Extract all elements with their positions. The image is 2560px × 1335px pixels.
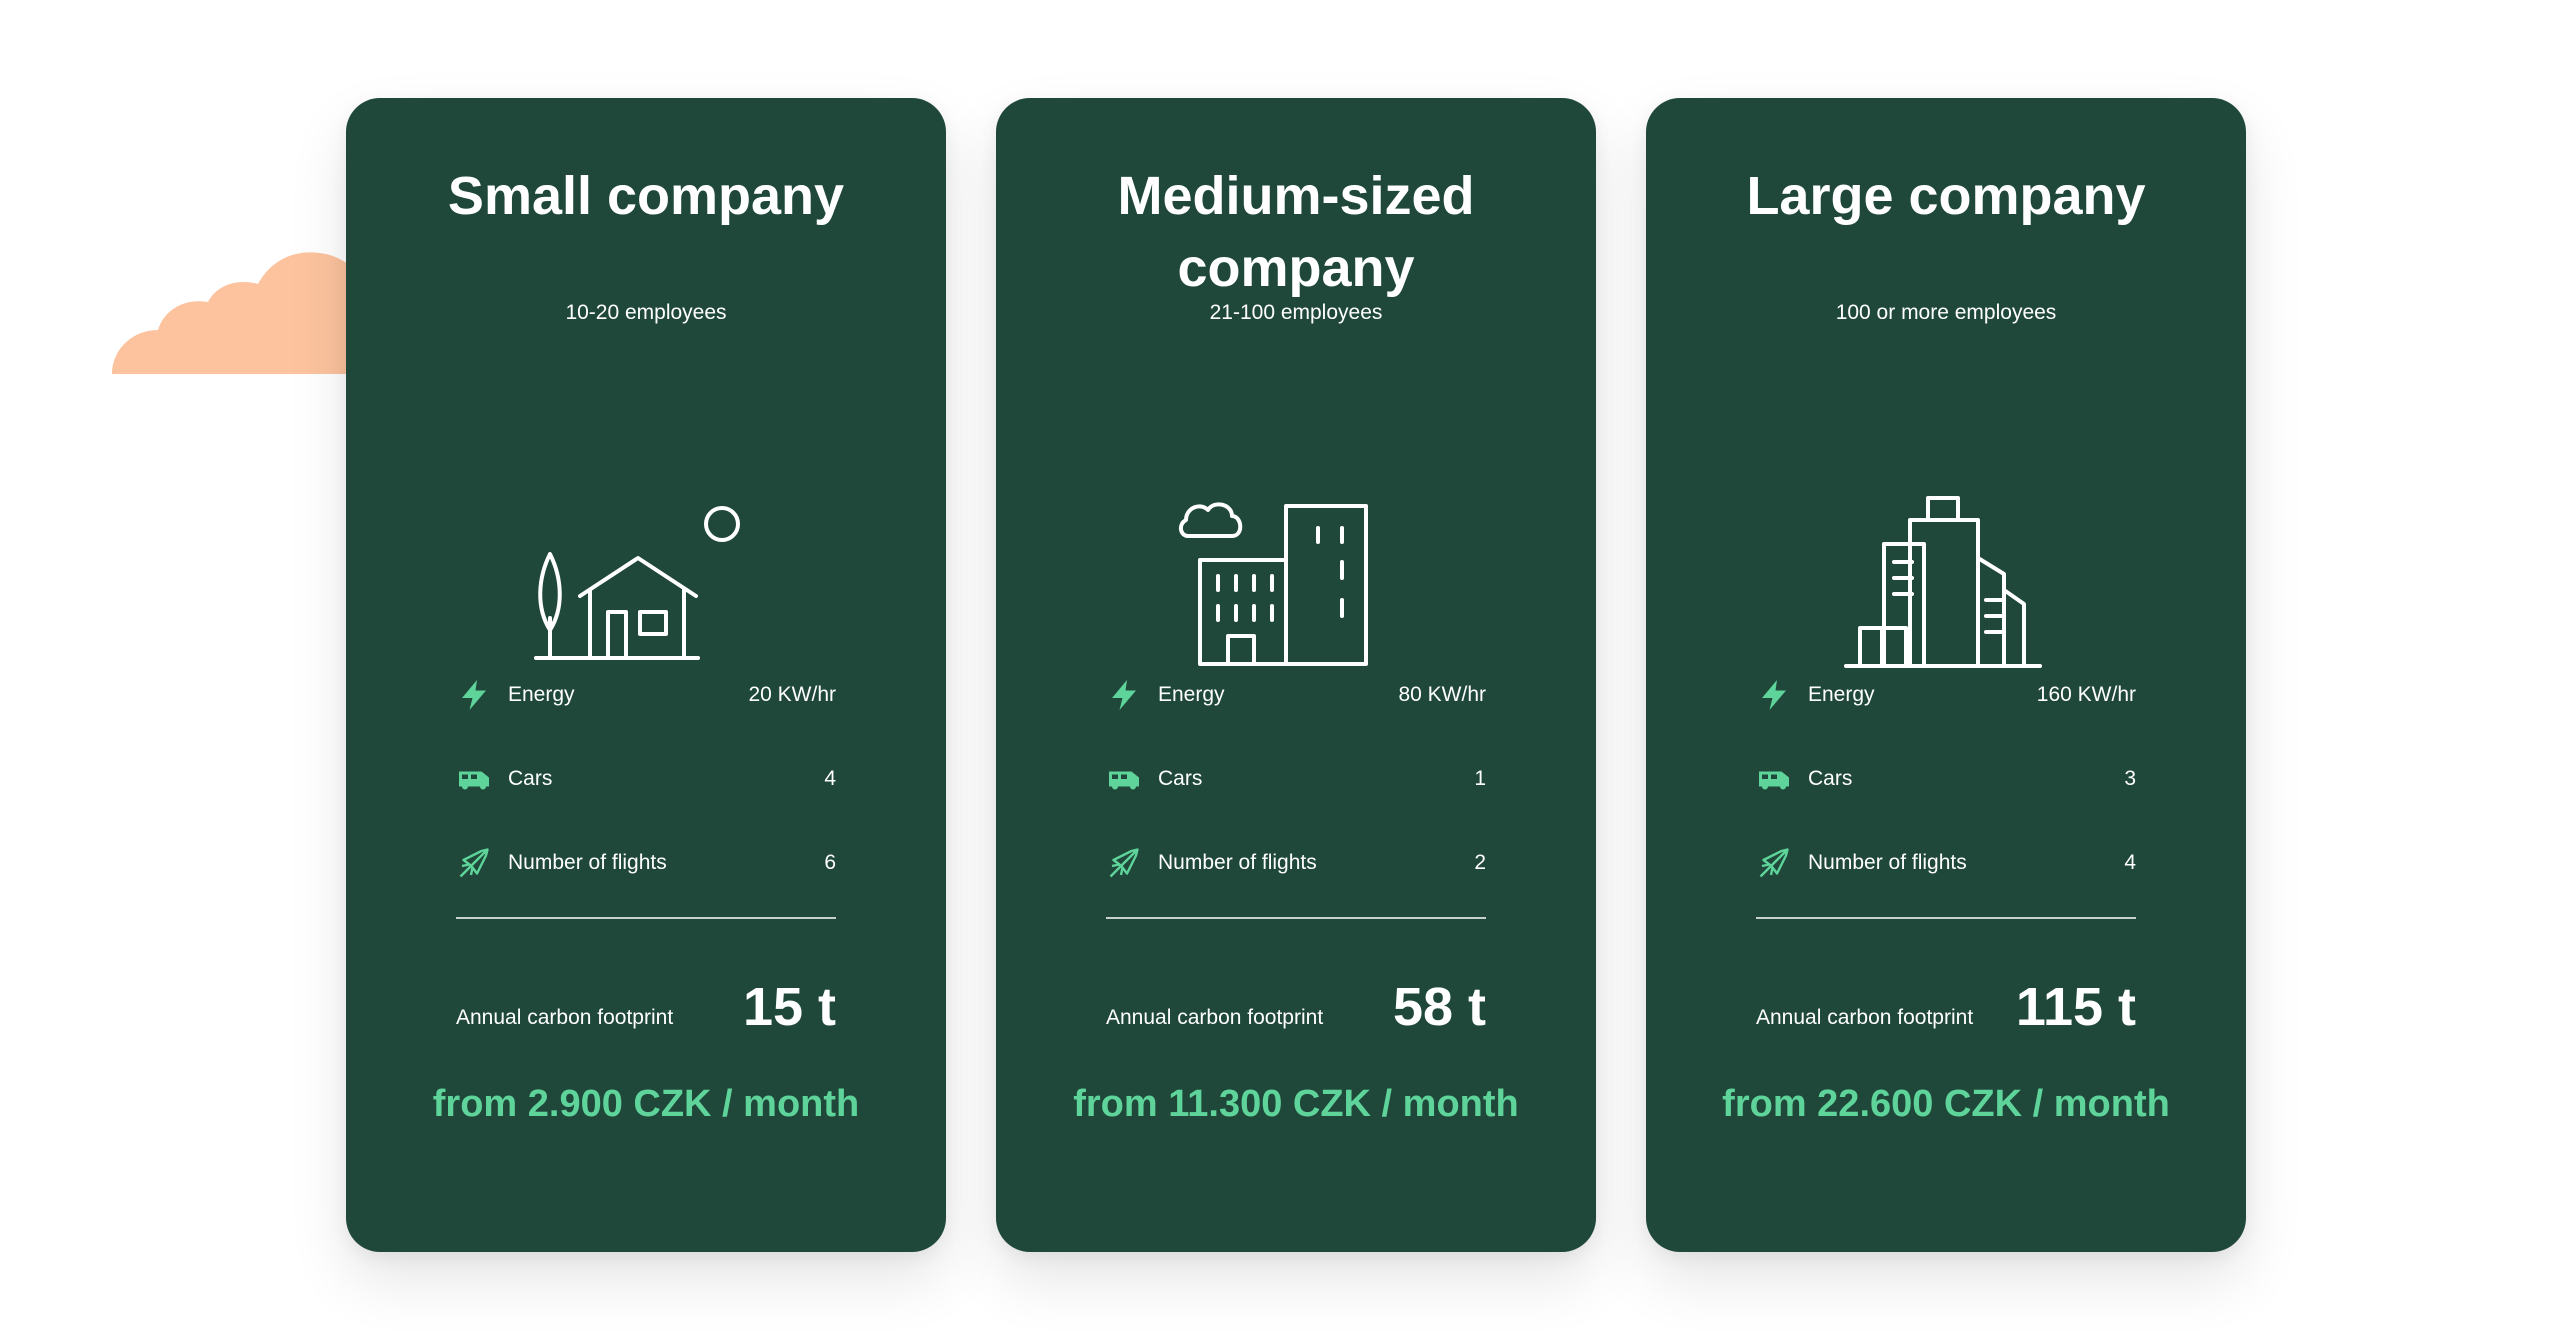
pricing-card-large[interactable]: Large company 100 or more employees Ener… — [1646, 98, 2246, 1252]
footprint-value: 15 t — [742, 977, 836, 1037]
metric-label: Energy — [508, 683, 575, 706]
van-icon — [1106, 760, 1144, 798]
van-icon — [1756, 760, 1794, 798]
airplane-icon — [1106, 844, 1144, 882]
footprint-value: 115 t — [2015, 977, 2136, 1037]
card-title: Small company — [447, 166, 845, 226]
metric-value: 1 — [1474, 767, 1486, 790]
metric-value: 80 KW/hr — [1398, 683, 1486, 706]
lightning-icon — [456, 676, 494, 714]
metric-cars: Cars 4 — [456, 737, 836, 821]
metric-label: Cars — [1808, 767, 1853, 790]
metric-energy: Energy 20 KW/hr — [456, 653, 836, 737]
divider — [1756, 917, 2136, 919]
card-subtitle: 10-20 employees — [565, 301, 727, 324]
metric-value: 4 — [824, 767, 836, 790]
metric-label: Cars — [1158, 767, 1203, 790]
metric-cars: Cars 1 — [1106, 737, 1486, 821]
metrics-list: Energy 160 KW/hr Cars 3 Number of flight… — [1756, 653, 2136, 905]
footprint-label: Annual carbon footprint — [1756, 1006, 1974, 1029]
card-title: Large company — [1746, 166, 2146, 226]
footprint-label: Annual carbon footprint — [456, 1006, 674, 1029]
metric-label: Energy — [1808, 683, 1875, 706]
metric-cars: Cars 3 — [1756, 737, 2136, 821]
card-subtitle: 21-100 employees — [1209, 301, 1383, 324]
carbon-footprint: Annual carbon footprint 115 t — [1756, 938, 2136, 1048]
metric-label: Number of flights — [1158, 851, 1317, 874]
lightning-icon — [1106, 676, 1144, 714]
metric-label: Energy — [1158, 683, 1225, 706]
metric-value: 160 KW/hr — [2036, 683, 2136, 706]
metric-label: Number of flights — [1808, 851, 1967, 874]
skyscrapers-icon — [1826, 378, 2066, 688]
card-title: Medium-sized company — [1117, 166, 1475, 298]
lightning-icon — [1756, 676, 1794, 714]
metric-label: Cars — [508, 767, 553, 790]
metrics-list: Energy 20 KW/hr Cars 4 Number of flights… — [456, 653, 836, 905]
van-icon — [456, 760, 494, 798]
metric-value: 20 KW/hr — [748, 683, 836, 706]
house-tree-sun-icon — [526, 378, 766, 688]
footprint-label: Annual carbon footprint — [1106, 1006, 1324, 1029]
metrics-list: Energy 80 KW/hr Cars 1 Number of flights… — [1106, 653, 1486, 905]
footprint-value: 58 t — [1392, 977, 1486, 1037]
metric-value: 4 — [2124, 851, 2136, 874]
metric-flights: Number of flights 2 — [1106, 821, 1486, 905]
metric-flights: Number of flights 4 — [1756, 821, 2136, 905]
metric-flights: Number of flights 6 — [456, 821, 836, 905]
carbon-footprint: Annual carbon footprint 58 t — [1106, 938, 1486, 1048]
carbon-footprint: Annual carbon footprint 15 t — [456, 938, 836, 1048]
metric-energy: Energy 160 KW/hr — [1756, 653, 2136, 737]
metric-value: 6 — [824, 851, 836, 874]
divider — [1106, 917, 1486, 919]
price-text[interactable]: from 22.600 CZK / month — [1686, 1078, 2206, 1131]
metric-label: Number of flights — [508, 851, 667, 874]
divider — [456, 917, 836, 919]
price-text[interactable]: from 11.300 CZK / month — [1036, 1078, 1556, 1131]
pricing-section: Small company 10-20 employees Energy 20 … — [0, 0, 2560, 1335]
pricing-card-small[interactable]: Small company 10-20 employees Energy 20 … — [346, 98, 946, 1252]
buildings-cloud-icon — [1176, 378, 1416, 688]
metric-energy: Energy 80 KW/hr — [1106, 653, 1486, 737]
card-subtitle: 100 or more employees — [1835, 301, 2057, 324]
metric-value: 3 — [2124, 767, 2136, 790]
airplane-icon — [456, 844, 494, 882]
price-text[interactable]: from 2.900 CZK / month — [386, 1078, 906, 1131]
airplane-icon — [1756, 844, 1794, 882]
metric-value: 2 — [1474, 851, 1486, 874]
pricing-card-medium[interactable]: Medium-sized company 21-100 employees En… — [996, 98, 1596, 1252]
